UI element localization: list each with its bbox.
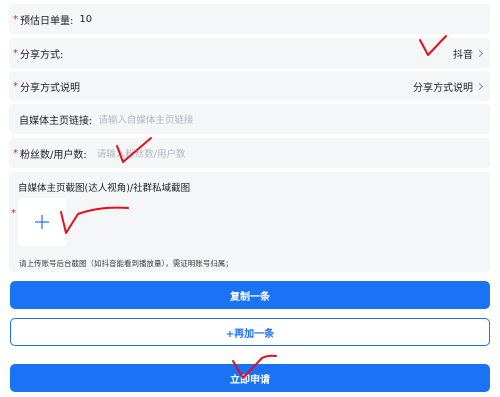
share-method-select[interactable]: * 分享方式: 抖音	[9, 38, 490, 68]
homepage-link-label: 自媒体主页链接:	[19, 115, 93, 127]
required-mark: *	[11, 208, 16, 219]
share-desc-label: 分享方式说明	[20, 82, 80, 94]
upload-button[interactable]	[18, 198, 66, 246]
followers-input[interactable]: 请输入粉丝数/用户数	[97, 146, 186, 160]
chevron-right-icon	[475, 49, 484, 57]
chevron-right-icon	[475, 82, 484, 90]
homepage-link-row: 自媒体主页链接: 请输入自媒体主页链接	[9, 104, 490, 134]
share-desc-value: 分享方式说明	[413, 82, 473, 94]
copy-button[interactable]: 复制一条	[10, 281, 490, 309]
share-method-value-wrap[interactable]: 抖音	[453, 38, 484, 68]
screenshot-upload-section: 自媒体主页截图(达人视角)/社群私域截图 请上传账号后台截图（如抖音能看到播放量…	[9, 172, 490, 272]
followers-label: 粉丝数/用户数:	[20, 149, 87, 161]
share-method-label: 分享方式:	[20, 49, 64, 61]
required-mark: *	[13, 47, 18, 59]
add-more-button[interactable]: +再加一条	[10, 318, 490, 346]
required-mark: *	[13, 147, 18, 159]
share-method-value: 抖音	[453, 49, 473, 61]
share-desc-link[interactable]: 分享方式说明	[413, 71, 484, 101]
submit-button[interactable]: 立即申请	[10, 364, 490, 392]
daily-orders-value: 10	[79, 13, 93, 25]
share-desc-row[interactable]: * 分享方式说明 分享方式说明	[9, 71, 490, 101]
homepage-link-input[interactable]: 请输入自媒体主页链接	[98, 112, 193, 126]
required-mark: *	[13, 80, 18, 92]
plus-icon	[35, 215, 49, 229]
followers-row: * 粉丝数/用户数: 请输入粉丝数/用户数	[9, 138, 490, 168]
daily-orders-row: * 预估日单量: 10	[9, 4, 490, 34]
daily-orders-label: 预估日单量:	[20, 15, 74, 27]
upload-hint: 请上传账号后台截图（如抖音能看到播放量），需证明账号归属；	[19, 259, 233, 268]
upload-title: 自媒体主页截图(达人视角)/社群私域截图	[18, 183, 191, 194]
required-mark: *	[13, 13, 18, 25]
